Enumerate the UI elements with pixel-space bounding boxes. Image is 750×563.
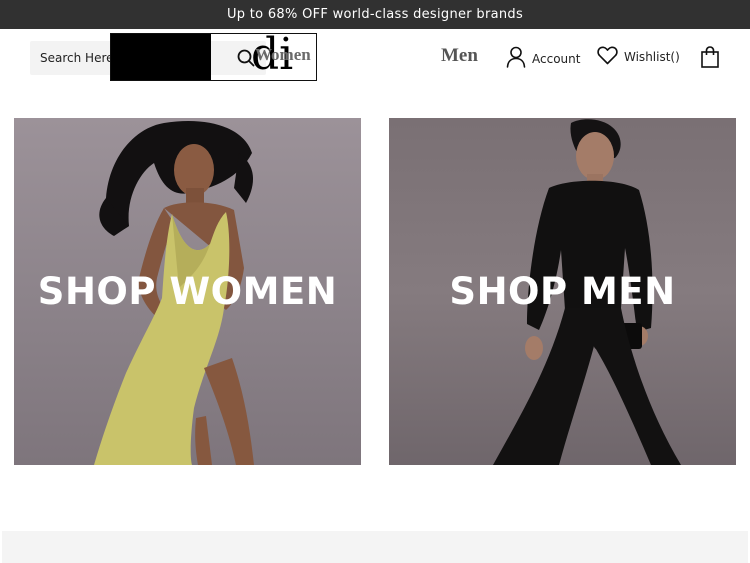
announcement-text: Up to 68% OFF world-class designer brand… [226, 7, 524, 22]
account-label: Account [532, 51, 581, 66]
announcement-bar: Up to 68% OFF world-class designer brand… [0, 0, 750, 29]
shop-women-label: SHOP WOMEN [37, 270, 338, 313]
shop-men-tile[interactable]: SHOP MEN [389, 118, 736, 465]
shop-men-label: SHOP MEN [449, 270, 676, 313]
user-icon [506, 46, 526, 71]
heart-icon [597, 46, 618, 68]
shopping-bag-icon[interactable] [700, 46, 720, 68]
shop-women-tile[interactable]: SHOP WOMEN [14, 118, 361, 465]
logo-block [111, 34, 211, 80]
site-header: di Women Men Account Wishlist() [0, 29, 750, 89]
nav-men[interactable]: Men [441, 45, 478, 67]
wishlist-link[interactable]: Wishlist() [597, 46, 680, 68]
nav-women[interactable]: Women [255, 45, 311, 65]
wishlist-label: Wishlist() [624, 50, 680, 64]
account-link[interactable]: Account [506, 46, 580, 71]
section-strip [2, 531, 748, 563]
